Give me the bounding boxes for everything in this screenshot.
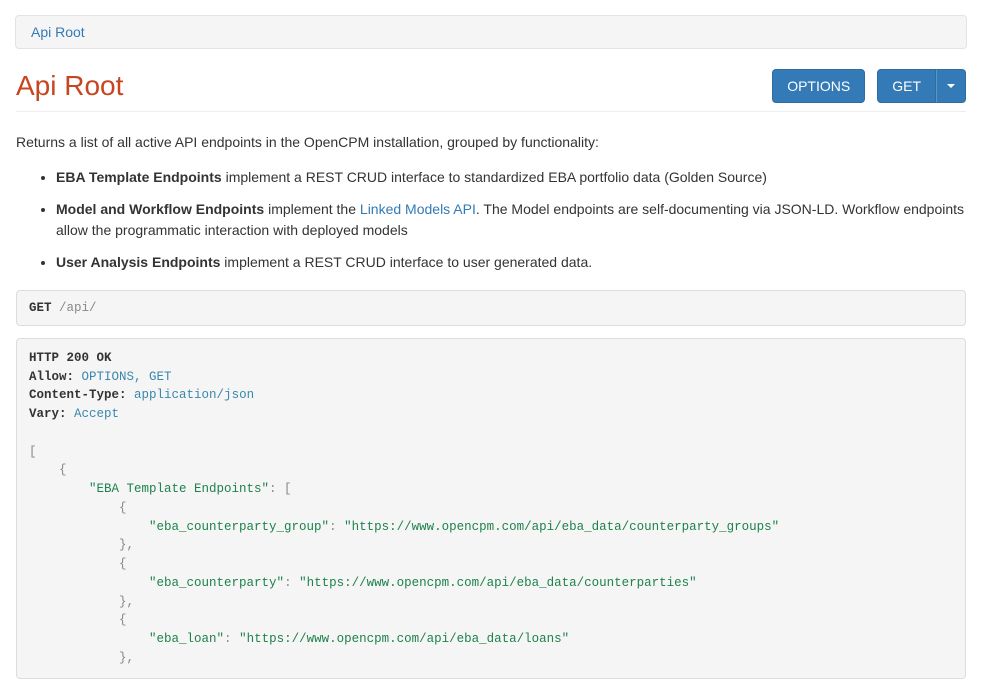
actions-group: OPTIONS GET (772, 69, 966, 103)
json-group-key: "EBA Template Endpoints" (89, 482, 269, 496)
options-button[interactable]: OPTIONS (772, 69, 865, 103)
get-button-group: GET (877, 69, 966, 103)
response-header-key: Allow: (29, 370, 74, 384)
get-button[interactable]: GET (877, 69, 936, 103)
response-header-value: application/json (134, 388, 254, 402)
bullet-title: User Analysis Endpoints (56, 254, 220, 270)
breadcrumb-link-api-root[interactable]: Api Root (31, 24, 85, 40)
response-header-value: OPTIONS, GET (82, 370, 172, 384)
page-title: Api Root (16, 70, 123, 102)
bullet-item: Model and Workflow Endpoints implement t… (56, 199, 966, 242)
request-path: /api/ (59, 301, 97, 315)
request-line: GET /api/ (16, 290, 966, 326)
breadcrumb: Api Root (15, 15, 967, 49)
bullet-text: implement a REST CRUD interface to user … (220, 254, 592, 270)
linked-models-api-link[interactable]: Linked Models API (360, 201, 476, 217)
request-method: GET (29, 301, 52, 315)
bullet-text-before: implement the (264, 201, 360, 217)
bullet-text: implement a REST CRUD interface to stand… (222, 169, 767, 185)
bullet-title: Model and Workflow Endpoints (56, 201, 264, 217)
bullet-item: EBA Template Endpoints implement a REST … (56, 167, 966, 189)
bullet-title: EBA Template Endpoints (56, 169, 222, 185)
bullet-item: User Analysis Endpoints implement a REST… (56, 252, 966, 274)
page-header: Api Root OPTIONS GET (16, 69, 966, 112)
get-dropdown-toggle[interactable] (936, 69, 966, 103)
description-text: Returns a list of all active API endpoin… (16, 132, 966, 153)
description-bullets: EBA Template Endpoints implement a REST … (16, 167, 966, 274)
response-header-key: Vary: (29, 407, 67, 421)
response-header-key: Content-Type: (29, 388, 127, 402)
response-header-value: Accept (74, 407, 119, 421)
response-body: HTTP 200 OK Allow: OPTIONS, GET Content-Ty… (16, 338, 966, 679)
response-status: HTTP 200 OK (29, 349, 953, 368)
chevron-down-icon (947, 84, 955, 88)
